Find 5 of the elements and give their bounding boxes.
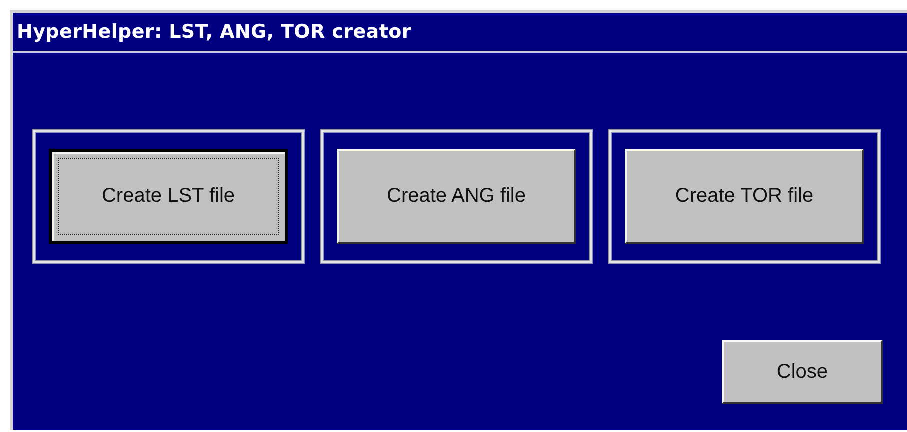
create-file-button[interactable]: Create LST file — [49, 149, 288, 244]
create-file-button[interactable]: Create TOR file — [625, 149, 864, 244]
create-file-button[interactable]: Create ANG file — [337, 149, 576, 244]
close-button[interactable]: Close — [722, 340, 883, 404]
window-title: HyperHelper: LST, ANG, TOR creator — [17, 21, 412, 43]
